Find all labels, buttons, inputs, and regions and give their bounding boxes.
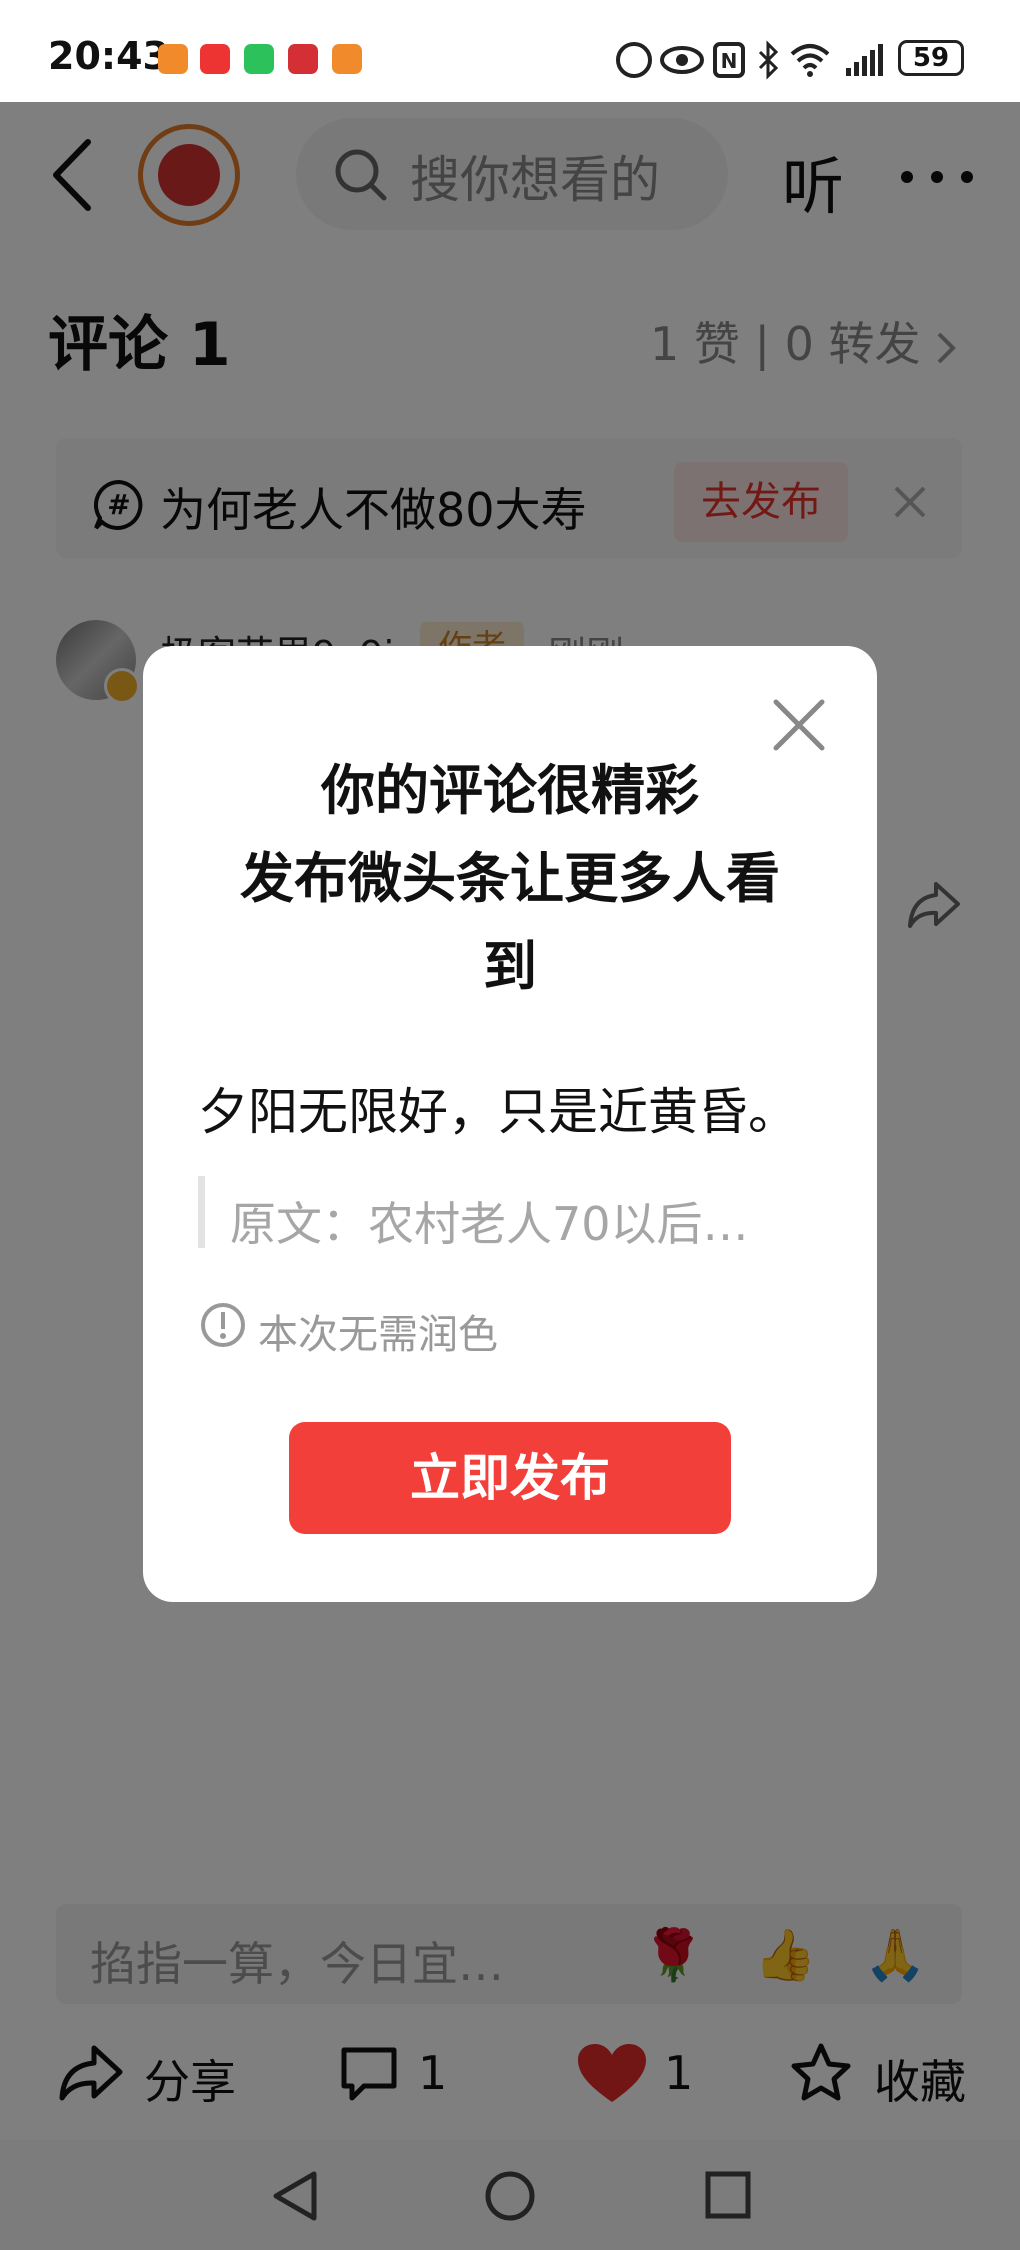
nav-back-icon[interactable]: [270, 2168, 320, 2224]
app-notification-icon-2: [332, 44, 362, 74]
dialog-original-quote: 原文：农村老人70以后…: [230, 1197, 749, 1251]
battery-level: 59: [912, 43, 950, 73]
info-circle-icon: [201, 1303, 245, 1347]
nav-recents-icon[interactable]: [704, 2170, 752, 2220]
wechat-notification-icon: [244, 44, 274, 74]
app-notification-icon: [158, 44, 188, 74]
hd-icon: [616, 42, 652, 78]
publish-now-button[interactable]: 立即发布: [289, 1422, 731, 1534]
status-time: 20:43: [48, 34, 169, 78]
wifi-icon: [790, 44, 830, 77]
dialog-hint: 本次无需润色: [258, 1312, 498, 1358]
quote-bar: [198, 1176, 205, 1248]
svg-text:N: N: [721, 49, 738, 73]
bluetooth-icon: [758, 40, 779, 80]
dialog-comment-text: 夕阳无限好，只是近黄昏。: [198, 1083, 798, 1141]
eye-icon: [660, 46, 704, 74]
dialog-title-line2: 发布微头条让更多人看: [240, 847, 780, 910]
news-notification-icon: [288, 44, 318, 74]
dialog-title-line1: 你的评论很精彩: [321, 759, 699, 822]
nav-home-icon[interactable]: [484, 2170, 536, 2222]
toutiao-notification-icon: [200, 44, 230, 74]
nfc-icon: N: [713, 42, 745, 78]
signal-icon: [846, 44, 883, 76]
battery-icon: 59: [898, 40, 964, 76]
dialog-title-line3: 到: [483, 935, 537, 998]
